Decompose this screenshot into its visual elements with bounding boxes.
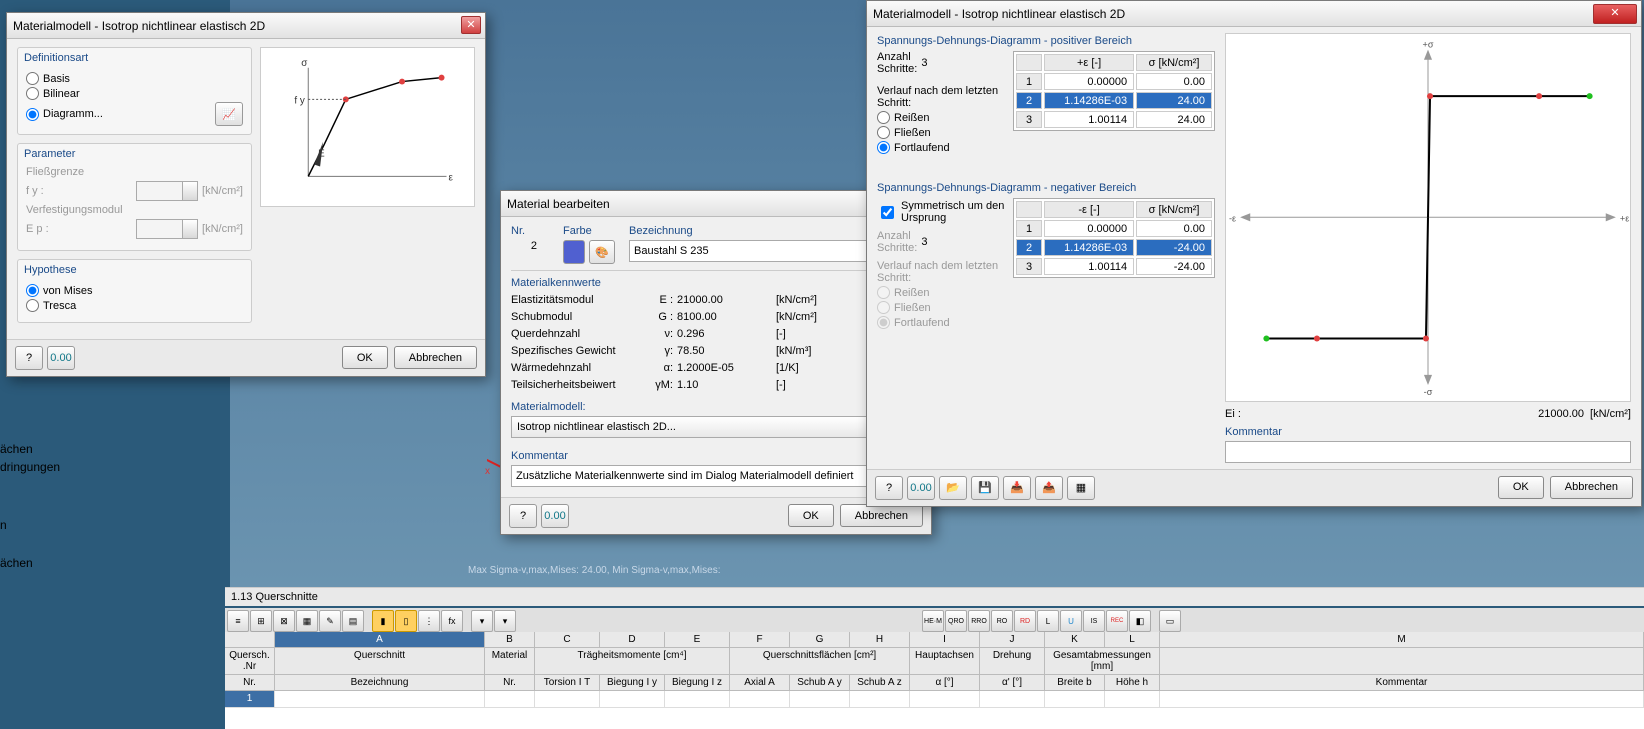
radio-bilinear[interactable]: Bilinear <box>26 87 243 100</box>
section-header: 1.13 Querschnitte <box>225 587 1644 606</box>
kommentar-input[interactable] <box>1225 441 1631 463</box>
material-model-select[interactable]: Isotrop nichtlinear elastisch 2D... <box>511 416 889 438</box>
radio-basis[interactable]: Basis <box>26 72 243 85</box>
radio-fliessen[interactable]: Fließen <box>877 126 1005 139</box>
anzahl-neg-input: 3 <box>921 236 965 248</box>
neg-table[interactable]: -ε [-]σ [kN/cm²] 10.000000.0021.14286E-0… <box>1013 198 1215 278</box>
radio-reissen-neg: Reißen <box>877 286 1005 299</box>
nr-input[interactable]: 2 <box>511 240 553 252</box>
ep-input <box>136 219 198 239</box>
dialog-title[interactable]: Materialmodell - Isotrop nichtlinear ela… <box>867 1 1641 27</box>
open-button[interactable]: 📂 <box>939 476 967 500</box>
tool-btn[interactable]: ▭ <box>1159 610 1181 632</box>
tool-btn[interactable]: U <box>1060 610 1082 632</box>
tool-btn[interactable]: ▤ <box>342 610 364 632</box>
ok-button[interactable]: OK <box>342 346 388 369</box>
units-button[interactable]: 0.00 <box>907 476 935 500</box>
tool-btn[interactable]: ⊠ <box>273 610 295 632</box>
table-button[interactable]: ▦ <box>1067 476 1095 500</box>
color-swatch[interactable] <box>563 240 585 264</box>
tool-btn[interactable]: ◧ <box>1129 610 1151 632</box>
ok-button[interactable]: OK <box>1498 476 1544 499</box>
tool-btn[interactable]: ✎ <box>319 610 341 632</box>
cancel-button[interactable]: Abbrechen <box>840 504 923 527</box>
symmetric-checkbox[interactable]: Symmetrisch um den Ursprung <box>877 200 1005 224</box>
anzahl-input[interactable]: 3 <box>921 57 965 69</box>
status-text: Max Sigma-v,max,Mises: 24.00, Min Sigma-… <box>468 565 720 576</box>
help-button[interactable]: ? <box>15 346 43 370</box>
tool-btn[interactable]: ⋮ <box>418 610 440 632</box>
tool-btn[interactable]: fx <box>441 610 463 632</box>
svg-text:f y: f y <box>294 95 304 106</box>
tool-btn-active[interactable]: ▮ <box>372 610 394 632</box>
stress-strain-plot: +σ -σ +ε -ε <box>1225 33 1631 402</box>
fy-input <box>136 181 198 201</box>
curve-preview: σ ε f y E <box>260 47 475 207</box>
tool-btn[interactable]: ▾ <box>494 610 516 632</box>
sigma-label: σ <box>301 58 307 69</box>
value-input[interactable]: 21000.00 <box>677 294 772 306</box>
ok-button[interactable]: OK <box>788 504 834 527</box>
value-input[interactable]: 78.50 <box>677 345 772 357</box>
tool-btn[interactable]: RRO <box>968 610 990 632</box>
tool-btn[interactable]: ▦ <box>296 610 318 632</box>
help-button[interactable]: ? <box>509 504 537 528</box>
radio-fliessen-neg: Fließen <box>877 301 1005 314</box>
value-input[interactable]: 1.2000E-05 <box>677 362 772 374</box>
radio-reissen[interactable]: Reißen <box>877 111 1005 124</box>
kommentar-input[interactable] <box>511 465 889 487</box>
tool-btn[interactable]: IS <box>1083 610 1105 632</box>
section-toolbar: ≡ ⊞ ⊠ ▦ ✎ ▤ ▮ ▯ ⋮ fx ▾ ▾ HE·M QRO RRO RO… <box>225 608 1644 635</box>
excel-export-button[interactable]: 📤 <box>1035 476 1063 500</box>
close-icon[interactable]: ✕ <box>461 16 481 34</box>
help-button[interactable]: ? <box>875 476 903 500</box>
cancel-button[interactable]: Abbrechen <box>394 346 477 369</box>
tool-btn[interactable]: ≡ <box>227 610 249 632</box>
svg-text:-σ: -σ <box>1424 387 1433 397</box>
radio-diagramm[interactable]: Diagramm... <box>26 108 103 121</box>
radio-tresca[interactable]: Tresca <box>26 299 243 312</box>
tool-btn[interactable]: RO <box>991 610 1013 632</box>
nav-tree[interactable]: ächen dringungen n ächen <box>0 440 200 572</box>
radio-fortlaufend[interactable]: Fortlaufend <box>877 141 1005 154</box>
value-input[interactable]: 8100.00 <box>677 311 772 323</box>
diagram-edit-button[interactable]: 📈 <box>215 102 243 126</box>
units-button[interactable]: 0.00 <box>47 346 75 370</box>
radio-fortlaufend-neg: Fortlaufend <box>877 316 1005 329</box>
row-header-label: Quersch..Nr <box>225 648 275 675</box>
tool-btn[interactable]: L <box>1037 610 1059 632</box>
svg-text:-ε: -ε <box>1229 213 1236 223</box>
close-icon[interactable]: ✕ <box>1593 4 1637 24</box>
value-input[interactable]: 0.296 <box>677 328 772 340</box>
svg-text:+ε: +ε <box>1620 213 1629 223</box>
dialog-title[interactable]: Materialmodell - Isotrop nichtlinear ela… <box>7 13 485 39</box>
units-button[interactable]: 0.00 <box>541 504 569 528</box>
dialog-material-model-small: Materialmodell - Isotrop nichtlinear ela… <box>6 12 486 377</box>
tool-btn[interactable]: ⊞ <box>250 610 272 632</box>
tool-btn[interactable]: HE·M <box>922 610 944 632</box>
tool-btn[interactable]: RD <box>1014 610 1036 632</box>
tool-btn[interactable]: QRO <box>945 610 967 632</box>
tool-btn[interactable]: REC <box>1106 610 1128 632</box>
svg-text:+σ: +σ <box>1423 40 1434 50</box>
svg-text:ε: ε <box>448 172 453 183</box>
row-number[interactable]: 1 <box>225 691 275 708</box>
excel-import-button[interactable]: 📥 <box>1003 476 1031 500</box>
color-pick-button[interactable]: 🎨 <box>589 240 615 264</box>
dialog-material-model-large: Materialmodell - Isotrop nichtlinear ela… <box>866 0 1642 507</box>
radio-mises[interactable]: von Mises <box>26 284 243 297</box>
tool-btn[interactable]: ▾ <box>471 610 493 632</box>
pos-table[interactable]: +ε [-]σ [kN/cm²] 10.000000.0021.14286E-0… <box>1013 51 1215 131</box>
value-input[interactable]: 1.10 <box>677 379 772 391</box>
cancel-button[interactable]: Abbrechen <box>1550 476 1633 499</box>
section-grid[interactable]: A B C D E F G H I J K L M Quersch..Nr Qu… <box>225 632 1644 729</box>
save-button[interactable]: 💾 <box>971 476 999 500</box>
tool-btn-active[interactable]: ▯ <box>395 610 417 632</box>
